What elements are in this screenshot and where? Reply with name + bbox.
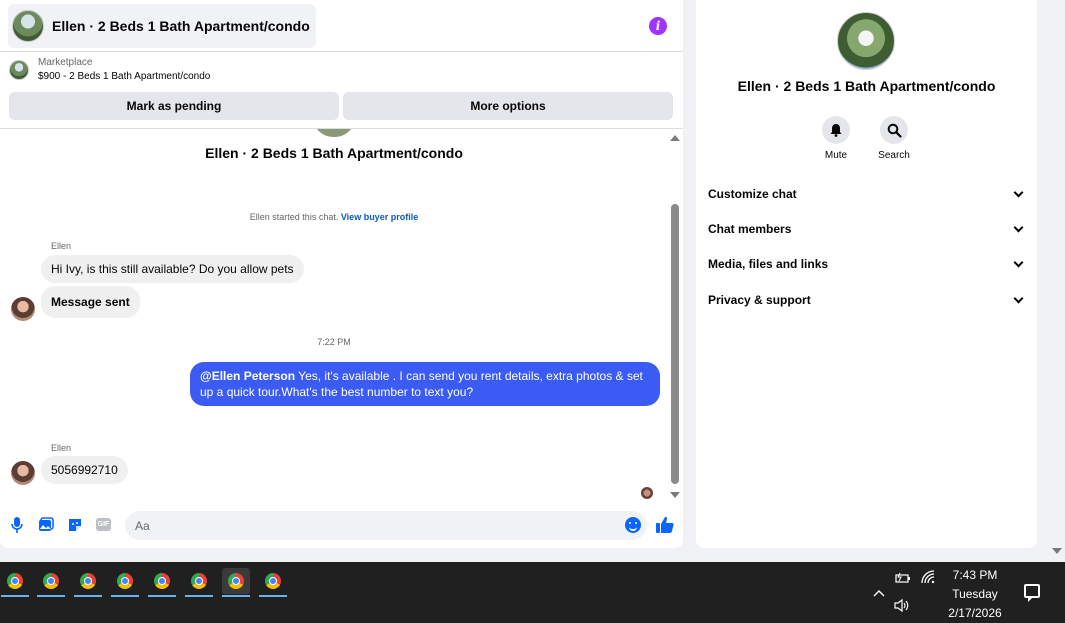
incoming-message[interactable]: Hi Ivy, is this still available? Do you … [41,255,304,283]
listing-thumbnail [9,60,29,80]
message-thread: Ellen · 2 Beds 1 Bath Apartment/condo El… [0,128,683,503]
taskbar-chrome-window-active[interactable] [222,568,250,597]
conversation-title: Ellen · 2 Beds 1 Bath Apartment/condo [52,17,310,34]
taskbar-chrome-window[interactable] [259,568,287,597]
chrome-icon [265,573,281,589]
thread-scrollbar[interactable] [669,130,681,498]
view-buyer-profile-link[interactable]: View buyer profile [341,212,418,222]
chevron-down-icon [1013,257,1024,268]
info-icon[interactable]: i [649,16,667,35]
scroll-up-arrow-icon[interactable] [670,135,680,141]
volume-icon[interactable] [894,598,910,617]
mute-button[interactable]: Mute [806,116,866,161]
battery-icon[interactable] [895,571,911,589]
clock-date: 2/17/2026 [948,606,1002,620]
section-label: Media, files and links [708,257,829,271]
system-clock[interactable]: 7:43 PM Tuesday 2/17/2026 [935,566,1015,623]
chevron-down-icon [1013,222,1024,233]
listing-summary[interactable]: Marketplace $900 - 2 Beds 1 Bath Apartme… [9,56,210,84]
details-title: Ellen · 2 Beds 1 Bath Apartment/condo [737,78,996,94]
thumbs-up-icon[interactable] [655,515,675,535]
bell-icon [822,116,850,144]
taskbar-chrome-window[interactable] [74,568,102,597]
clock-time: 7:43 PM [952,568,998,582]
incoming-message[interactable]: 5056992710 [41,456,128,484]
taskbar-chrome-window[interactable] [111,568,139,597]
section-label: Customize chat [708,187,797,201]
taskbar-chrome-window[interactable] [37,568,65,597]
chat-details-panel: Ellen · 2 Beds 1 Bath Apartment/condo Mu… [696,0,1037,548]
mute-label: Mute [824,150,848,161]
chrome-icon [43,573,59,589]
search-button[interactable]: Search [864,116,924,161]
page-scroll-down-arrow-icon[interactable] [1052,548,1062,554]
chevron-down-icon [1013,293,1024,304]
chrome-icon [117,573,133,589]
outgoing-message[interactable]: @Ellen Peterson Yes, it's available . I … [190,362,660,406]
chrome-icon [228,573,244,589]
section-label: Chat members [708,222,792,236]
microphone-icon[interactable] [9,517,25,533]
listing-photo[interactable] [837,12,895,70]
chat-header: Ellen · 2 Beds 1 Bath Apartment/condo i [0,0,683,52]
chrome-icon [154,573,170,589]
chrome-icon [191,573,207,589]
privacy-support-section[interactable]: Privacy & support [708,290,1026,310]
composer: GIF Aa [0,510,683,542]
emoji-icon[interactable] [625,517,641,533]
taskbar-chrome-window[interactable] [1,568,29,597]
ellen-avatar[interactable] [11,297,35,321]
message-input[interactable]: Aa [125,511,647,540]
chat-started-notice: Ellen started this chat. View buyer prof… [0,212,668,222]
message-timestamp: 7:22 PM [317,337,351,347]
mention[interactable]: @Ellen Peterson [200,369,295,383]
chat-members-section[interactable]: Chat members [708,219,1026,239]
search-label: Search [878,150,910,161]
scroll-thumb[interactable] [671,204,679,484]
customize-chat-section[interactable]: Customize chat [708,184,1026,204]
scroll-down-arrow-icon[interactable] [670,492,680,498]
listing-actions: Mark as pending More options [9,92,673,120]
chrome-icon [80,573,96,589]
mark-as-pending-button[interactable]: Mark as pending [9,92,339,120]
incoming-message[interactable]: Message sent [41,286,140,318]
more-options-button[interactable]: More options [343,92,673,120]
chevron-down-icon [1013,187,1024,198]
taskbar-chrome-window[interactable] [185,568,213,597]
search-icon [880,116,908,144]
read-receipt-avatar [641,487,653,499]
taskbar-chrome-window[interactable] [148,568,176,597]
listing-avatar [12,9,44,42]
sender-name: Ellen [51,241,72,251]
conversation-title-button[interactable]: Ellen · 2 Beds 1 Bath Apartment/condo [8,3,316,48]
listing-price-title: $900 - 2 Beds 1 Bath Apartment/condo [38,71,211,82]
media-files-links-section[interactable]: Media, files and links [708,254,1026,274]
section-label: Privacy & support [708,293,811,307]
gif-icon[interactable]: GIF [96,518,111,531]
chat-started-text: Ellen started this chat. [249,212,339,222]
windows-taskbar: 7:43 PM Tuesday 2/17/2026 [0,562,1065,623]
ellen-avatar[interactable] [11,461,35,485]
sticker-icon[interactable] [67,517,83,533]
chat-panel: Ellen · 2 Beds 1 Bath Apartment/condo i … [0,0,683,548]
photo-icon[interactable] [38,517,54,533]
show-hidden-icons-chevron-icon[interactable] [873,584,885,602]
marketplace-label: Marketplace [38,57,93,68]
clock-day: Tuesday [952,587,998,601]
chrome-icon [7,573,23,589]
thread-avatar [313,129,355,137]
notifications-icon[interactable] [1024,584,1040,602]
wifi-icon[interactable] [921,570,936,589]
sender-name: Ellen [51,443,72,453]
thread-title: Ellen · 2 Beds 1 Bath Apartment/condo [205,145,463,161]
